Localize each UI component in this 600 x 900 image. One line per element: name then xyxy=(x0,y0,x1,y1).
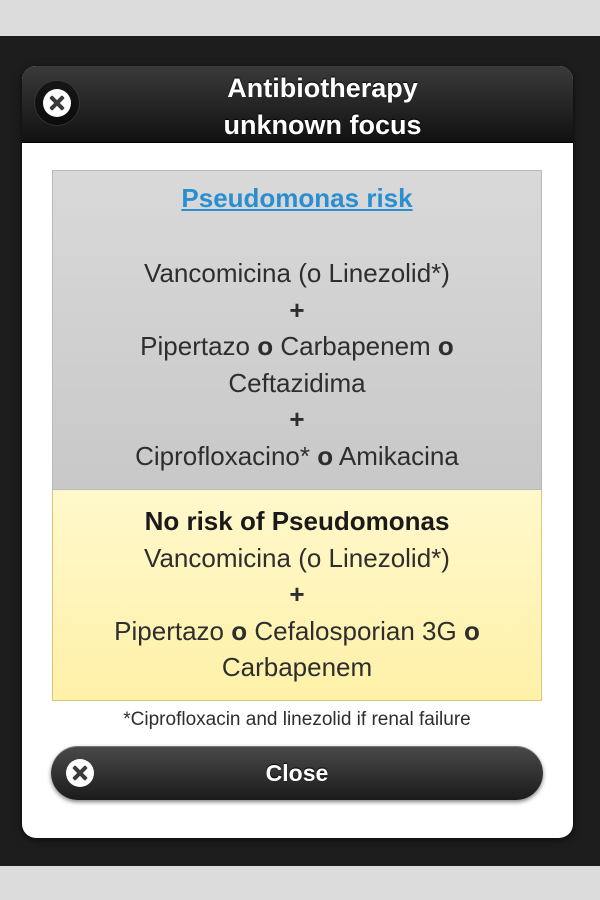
pseudomonas-risk-box: Pseudomonas risk Vancomicina (o Linezoli… xyxy=(52,170,542,490)
footnote: *Ciprofloxacin and linezolid if renal fa… xyxy=(123,709,471,730)
plus-sign: + xyxy=(289,294,305,325)
regimen-line: Vancomicina (o Linezolid*) xyxy=(144,258,450,288)
drug-name: Ciprofloxacino* xyxy=(135,440,310,471)
regimen-line: Pipertazo o Carbapenem o xyxy=(53,328,541,365)
dialog-content: Pseudomonas risk Vancomicina (o Linezoli… xyxy=(52,170,542,731)
drug-name: Amikacina xyxy=(338,440,459,471)
drug-name: Pipertazo xyxy=(140,331,251,361)
regimen-line: Ceftazidima xyxy=(228,367,366,398)
pseudomonas-risk-regimen: Vancomicina (o Linezolid*) + Pipertazo o… xyxy=(53,255,541,474)
plus-sign: + xyxy=(289,579,305,609)
drug-name: Cefalosporian 3G xyxy=(254,615,457,646)
close-button[interactable]: Close xyxy=(51,746,543,800)
regimen-line: Carbapenem xyxy=(221,652,373,682)
no-risk-regimen: No risk of Pseudomonas Vancomicina (o Li… xyxy=(53,503,541,686)
conjunction-or: o xyxy=(463,615,480,646)
drug-name: Carbapenem xyxy=(280,331,431,361)
dialog-title: Antibiotherapy unknown focus xyxy=(142,70,503,144)
no-risk-box: No risk of Pseudomonas Vancomicina (o Li… xyxy=(52,490,542,701)
regimen-line: Ciprofloxacino* o Amikacina xyxy=(53,438,541,475)
drug-name: Pipertazo xyxy=(114,615,224,646)
header-close-button[interactable] xyxy=(34,80,80,126)
conjunction-or: o xyxy=(317,440,334,471)
dialog-title-line2: unknown focus xyxy=(223,110,422,140)
close-icon xyxy=(43,89,71,117)
regimen-line: Vancomicina (o Linezolid*) xyxy=(144,542,450,573)
conjunction-or: o xyxy=(437,331,454,361)
dialog-title-line1: Antibiotherapy xyxy=(227,73,418,103)
regimen-line: Pipertazo o Cefalosporian 3G o xyxy=(53,613,541,650)
dialog-header: Antibiotherapy unknown focus xyxy=(22,66,573,143)
conjunction-or: o xyxy=(231,615,248,646)
no-risk-title: No risk of Pseudomonas xyxy=(144,506,450,536)
close-button-label: Close xyxy=(265,760,329,786)
conjunction-or: o xyxy=(257,331,274,361)
antibiotherapy-dialog: Antibiotherapy unknown focus Pseudomonas… xyxy=(22,66,573,838)
plus-sign: + xyxy=(289,404,305,434)
pseudomonas-risk-link[interactable]: Pseudomonas risk xyxy=(53,183,541,214)
